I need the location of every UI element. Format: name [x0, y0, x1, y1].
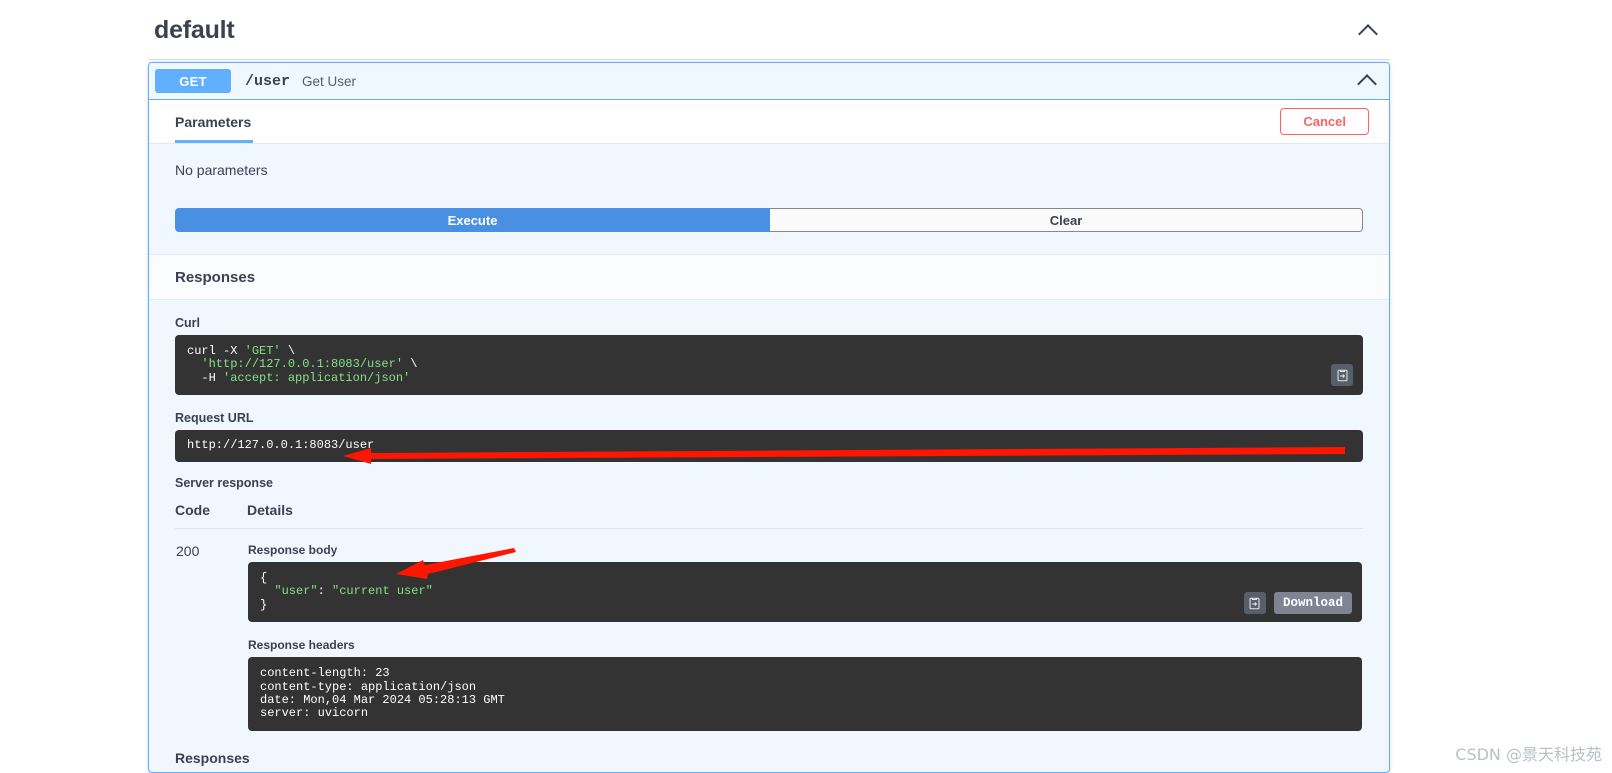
http-method-badge: GET — [155, 69, 231, 93]
opblock-summary[interactable]: GET /user Get User — [149, 63, 1389, 100]
page-title: default — [154, 16, 235, 44]
responses-section-header: Responses — [149, 254, 1389, 300]
column-header-details: Details — [247, 497, 1363, 529]
opblock-path: /user — [245, 72, 291, 90]
live-response-section: Curl curl -X 'GET' \ 'http://127.0.0.1:8… — [149, 316, 1389, 732]
no-parameters-text: No parameters — [149, 144, 1389, 178]
table-row: 200 Response body { "user": "current use… — [175, 528, 1363, 732]
response-body-block: { "user": "current user" } Download — [248, 561, 1362, 623]
response-code: 200 — [176, 542, 200, 559]
cancel-button[interactable]: Cancel — [1280, 108, 1369, 135]
chevron-up-icon[interactable] — [1357, 70, 1379, 92]
execute-button[interactable]: Execute — [175, 208, 770, 232]
copy-to-clipboard-icon[interactable] — [1331, 364, 1353, 387]
curl-command-block: curl -X 'GET' \ 'http://127.0.0.1:8083/u… — [175, 335, 1363, 396]
request-url-block: http://127.0.0.1:8083/user — [175, 430, 1363, 462]
swagger-ui-page: default GET /user Get User Parameters Ca… — [0, 0, 1612, 773]
watermark: CSDN @景天科技苑 — [1455, 745, 1602, 764]
response-headers-label: Response headers — [248, 638, 355, 653]
copy-to-clipboard-icon[interactable] — [1243, 592, 1266, 615]
opblock-get-user: GET /user Get User Parameters Cancel No … — [148, 62, 1390, 773]
parameters-tabs: Parameters — [175, 100, 254, 143]
request-url-text: http://127.0.0.1:8083/user — [187, 438, 375, 453]
parameters-bar: Parameters Cancel — [149, 100, 1389, 144]
tag-section-default: default — [148, 0, 1390, 60]
server-response-label: Server response — [175, 475, 273, 490]
curl-command-text: curl -X 'GET' \ 'http://127.0.0.1:8083/u… — [187, 344, 418, 385]
response-headers-block: content-length: 23 content-type: applica… — [248, 657, 1362, 731]
opblock-body: Parameters Cancel No parameters Execute … — [149, 100, 1389, 766]
response-details-cell: Response body { "user": "current user" }… — [247, 528, 1363, 732]
request-url-label: Request URL — [175, 411, 254, 426]
response-body-text: { "user": "current user" } — [260, 570, 433, 612]
curl-label: Curl — [175, 316, 200, 330]
tab-parameters[interactable]: Parameters — [175, 100, 254, 143]
server-response-table: Code Details 200 Response body { "user":… — [175, 497, 1363, 732]
table-header-row: Code Details — [175, 497, 1363, 529]
responses-documentation-header: Responses — [149, 731, 1389, 766]
response-body-label: Response body — [248, 542, 338, 557]
tag-header[interactable]: default — [148, 0, 1390, 60]
execute-clear-row: Execute Clear — [175, 208, 1363, 232]
column-header-code: Code — [175, 497, 247, 529]
response-body-actions: Download — [1243, 592, 1352, 615]
chevron-up-icon[interactable] — [1358, 20, 1380, 42]
opblock-summary-description: Get User — [302, 73, 357, 89]
download-button[interactable]: Download — [1273, 592, 1352, 615]
clear-button[interactable]: Clear — [770, 208, 1363, 232]
response-headers-text: content-length: 23 content-type: applica… — [260, 666, 505, 721]
